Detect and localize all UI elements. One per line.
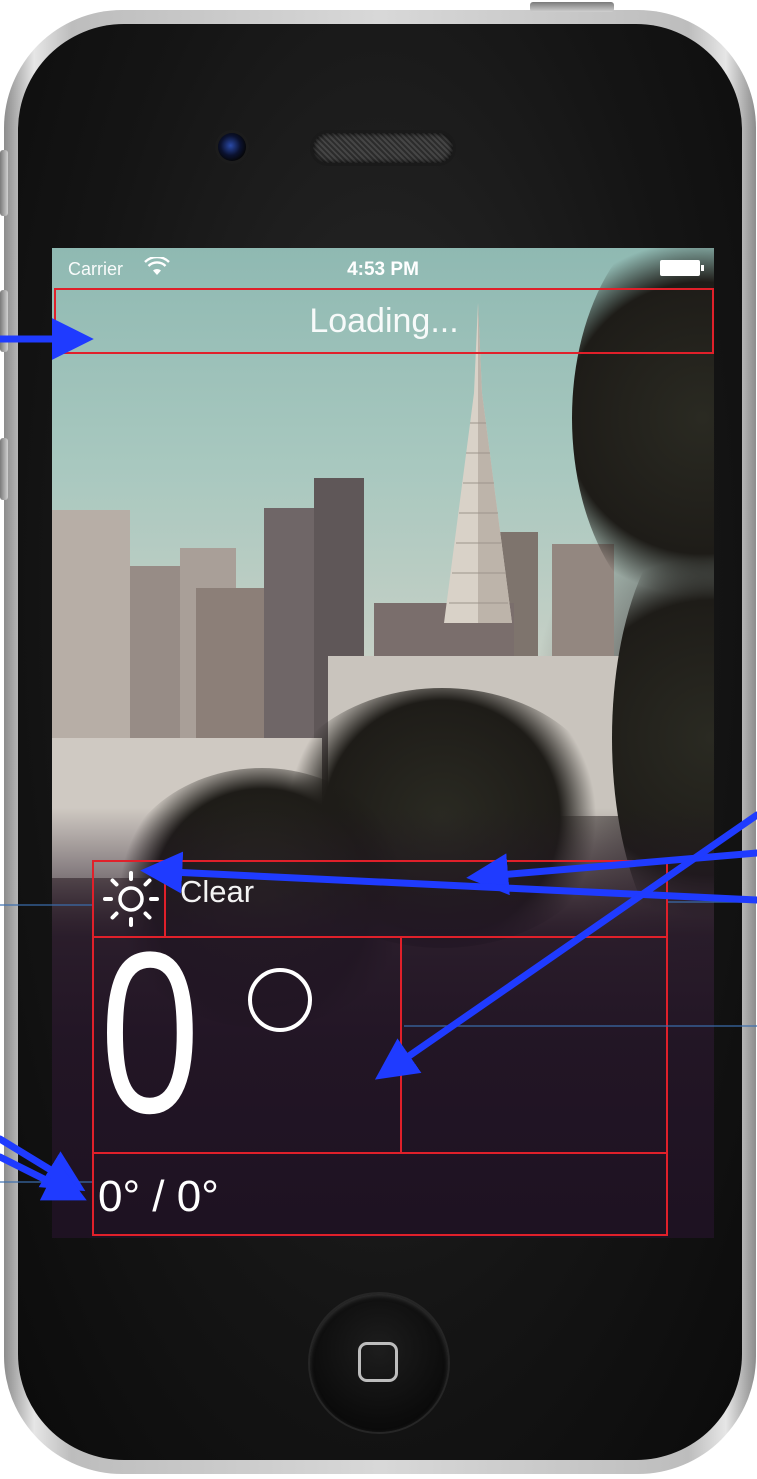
sleep-button [530, 2, 614, 12]
temperature-value: 0 [100, 904, 200, 1161]
home-button[interactable] [310, 1294, 448, 1432]
temperature-view: 0 [92, 918, 402, 1154]
degree-symbol [248, 968, 312, 1032]
empty-right-view [400, 936, 668, 1154]
status-time: 4:53 PM [347, 259, 419, 280]
status-bar: Carrier 4:53 PM [52, 248, 714, 288]
battery-icon [660, 260, 704, 276]
condition-view: Clear [164, 860, 668, 938]
front-camera [218, 133, 246, 161]
earpiece-speaker [313, 133, 453, 163]
home-button-icon [358, 1342, 398, 1382]
hi-lo-view: 0° / 0° [92, 1152, 668, 1236]
city-label: Loading... [54, 288, 714, 354]
volume-up-button [0, 290, 8, 352]
mute-switch [0, 150, 8, 216]
hi-lo-label: 0° / 0° [98, 1172, 219, 1221]
volume-down-button [0, 438, 8, 500]
app-screen: Carrier 4:53 PM Loading... Clear 0 0° / … [52, 248, 714, 1238]
temperature-label: 0 [100, 918, 224, 1148]
